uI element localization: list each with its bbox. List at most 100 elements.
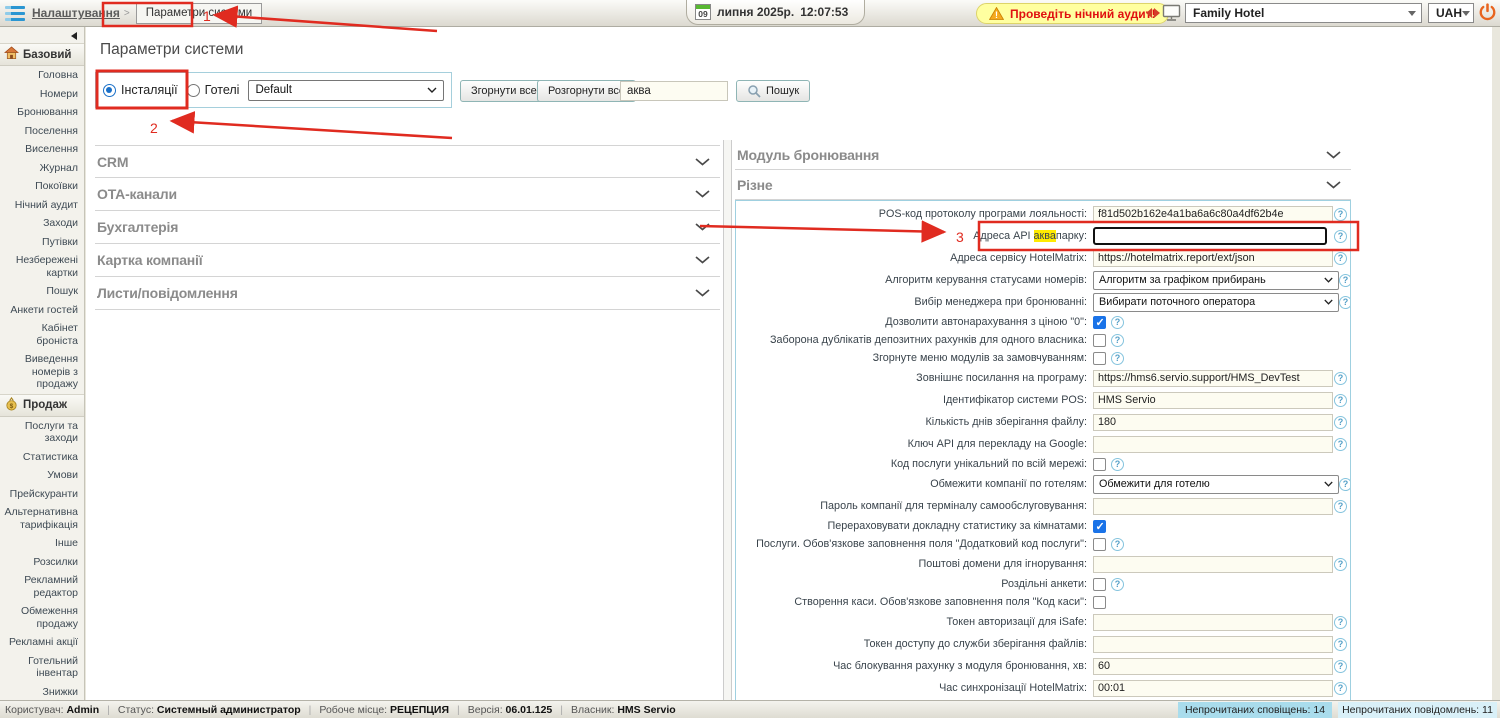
menu-icon[interactable] (5, 5, 25, 21)
sidebar-item[interactable]: Головна (0, 66, 84, 85)
help-icon[interactable]: ? (1111, 457, 1124, 471)
chevron-down-icon[interactable] (695, 284, 710, 302)
setting-input[interactable] (1093, 497, 1333, 515)
setting-checkbox[interactable] (1093, 577, 1106, 591)
setting-input[interactable]: 60 (1093, 657, 1333, 675)
help-icon[interactable]: ? (1334, 251, 1347, 265)
help-icon[interactable]: ? (1334, 371, 1347, 385)
setting-input[interactable] (1093, 555, 1333, 573)
help-icon[interactable]: ? (1334, 615, 1347, 629)
panel-section-header[interactable]: Різне (735, 170, 1351, 200)
sidebar-item[interactable]: Послуги та заходи (0, 417, 84, 448)
chevron-down-icon[interactable] (1326, 146, 1341, 164)
setting-select[interactable]: Вибирати поточного оператора (1093, 292, 1339, 312)
panel-divider[interactable] (723, 140, 732, 700)
chevron-down-icon[interactable] (695, 218, 710, 236)
help-icon[interactable]: ? (1111, 351, 1124, 365)
setting-checkbox[interactable] (1093, 315, 1106, 329)
sidebar-item[interactable]: Пошук (0, 282, 84, 301)
setting-input-focused[interactable] (1093, 227, 1327, 245)
sidebar-item[interactable]: Виселення (0, 140, 84, 159)
help-icon[interactable]: ? (1334, 415, 1347, 429)
help-icon[interactable]: ? (1111, 577, 1124, 591)
help-icon[interactable]: ? (1339, 273, 1350, 287)
sidebar-item[interactable]: Альтернативна тарифікація (0, 503, 84, 534)
sidebar-item[interactable]: Номери (0, 85, 84, 104)
panel-section-header[interactable]: Картка компанії (95, 244, 720, 277)
sidebar-item[interactable]: Поселення (0, 122, 84, 141)
help-icon[interactable]: ? (1339, 477, 1350, 491)
sidebar-item[interactable]: Бронювання (0, 103, 84, 122)
messages-badge[interactable]: Непрочитаних повідомлень: 11 (1338, 702, 1497, 718)
sidebar-item[interactable]: Статистика (0, 448, 84, 467)
sidebar-item[interactable]: Умови (0, 466, 84, 485)
sidebar-item[interactable]: Готельний інвентар (0, 652, 84, 683)
chevron-down-icon[interactable] (695, 251, 710, 269)
setting-checkbox[interactable] (1093, 519, 1106, 533)
panel-section-header[interactable]: Модуль бронювання (735, 140, 1351, 170)
tab-system-parameters[interactable]: Параметри системи (135, 2, 263, 24)
monitor-icon[interactable] (1162, 4, 1181, 22)
help-icon[interactable]: ? (1111, 315, 1124, 329)
chevron-down-icon[interactable] (1326, 176, 1341, 194)
help-icon[interactable]: ? (1334, 207, 1347, 221)
setting-select[interactable]: Обмежити для готелю (1093, 474, 1339, 494)
currency-select[interactable]: UAH (1428, 3, 1474, 23)
sidebar-item[interactable]: Путівки (0, 233, 84, 252)
sidebar-item[interactable]: Анкети гостей (0, 301, 84, 320)
chevron-down-icon[interactable] (695, 153, 710, 171)
radio-hotels-label[interactable]: Готелі (205, 83, 240, 97)
sidebar-item[interactable]: Рекламний редактор (0, 571, 84, 602)
setting-input[interactable]: 00:01 (1093, 679, 1333, 697)
sidebar-item[interactable]: Інше (0, 534, 84, 553)
sidebar-item[interactable]: Журнал (0, 159, 84, 178)
setting-input[interactable]: f81d502b162e4a1ba6a6c80a4df62b4e (1093, 205, 1333, 223)
help-icon[interactable]: ? (1111, 537, 1124, 551)
setting-input[interactable]: https://hms6.servio.support/HMS_DevTest (1093, 369, 1333, 387)
setting-input[interactable] (1093, 613, 1333, 631)
sidebar-item[interactable]: Обмеження продажу (0, 602, 84, 633)
profile-select[interactable]: Default (248, 79, 444, 101)
sidebar-section-sales[interactable]: $ Продаж (0, 393, 84, 417)
sidebar-item[interactable]: Виведення номерів з продажу (0, 350, 84, 394)
help-icon[interactable]: ? (1339, 295, 1350, 309)
help-icon[interactable]: ? (1334, 437, 1347, 451)
radio-installations-label[interactable]: Інсталяції (121, 83, 178, 97)
setting-checkbox[interactable] (1093, 333, 1106, 347)
radio-installations[interactable] (103, 83, 116, 97)
sidebar-item[interactable]: Покоївки (0, 177, 84, 196)
setting-checkbox[interactable] (1093, 595, 1106, 609)
help-icon[interactable]: ? (1334, 557, 1347, 571)
breadcrumb-settings[interactable]: Налаштування (32, 6, 120, 20)
help-icon[interactable]: ? (1334, 681, 1347, 695)
sidebar-collapse-icon[interactable] (71, 32, 77, 40)
help-icon[interactable]: ? (1334, 499, 1347, 513)
help-icon[interactable]: ? (1334, 659, 1347, 673)
sidebar-item[interactable]: Нічний аудит (0, 196, 84, 215)
help-icon[interactable]: ? (1111, 333, 1124, 347)
swap-arrows-icon[interactable] (1146, 8, 1160, 18)
panel-section-header[interactable]: ОТА-канали (95, 178, 720, 211)
setting-checkbox[interactable] (1093, 537, 1106, 551)
collapse-all-button[interactable]: Згорнути все (460, 80, 548, 102)
help-icon[interactable]: ? (1334, 229, 1347, 243)
sidebar-section-home[interactable]: Базовий (0, 43, 84, 66)
setting-checkbox[interactable] (1093, 457, 1106, 471)
sidebar-item[interactable]: Розсилки (0, 553, 84, 572)
date-widget[interactable]: 09 липня 2025р. 12:07:53 (686, 0, 866, 25)
radio-hotels[interactable] (186, 83, 200, 97)
setting-input[interactable]: 180 (1093, 413, 1333, 431)
panel-section-header[interactable]: Бухгалтерія (95, 211, 720, 244)
setting-input[interactable]: HMS Servio (1093, 391, 1333, 409)
setting-select[interactable]: Алгоритм за графіком прибирань (1093, 270, 1339, 290)
setting-input[interactable] (1093, 435, 1333, 453)
search-button[interactable]: Пошук (736, 80, 811, 102)
help-icon[interactable]: ? (1334, 393, 1347, 407)
notifications-badge[interactable]: Непрочитаних сповіщень: 14 (1178, 702, 1332, 718)
sidebar-item[interactable]: Незбережені картки (0, 251, 84, 282)
setting-input[interactable]: https://hotelmatrix.report/ext/json (1093, 249, 1333, 267)
panel-section-header[interactable]: Листи/повідомлення (95, 277, 720, 310)
sidebar-item[interactable]: Кабінет броніста (0, 319, 84, 350)
sidebar-item[interactable]: Заходи (0, 214, 84, 233)
panel-section-header[interactable]: CRM (95, 145, 720, 178)
